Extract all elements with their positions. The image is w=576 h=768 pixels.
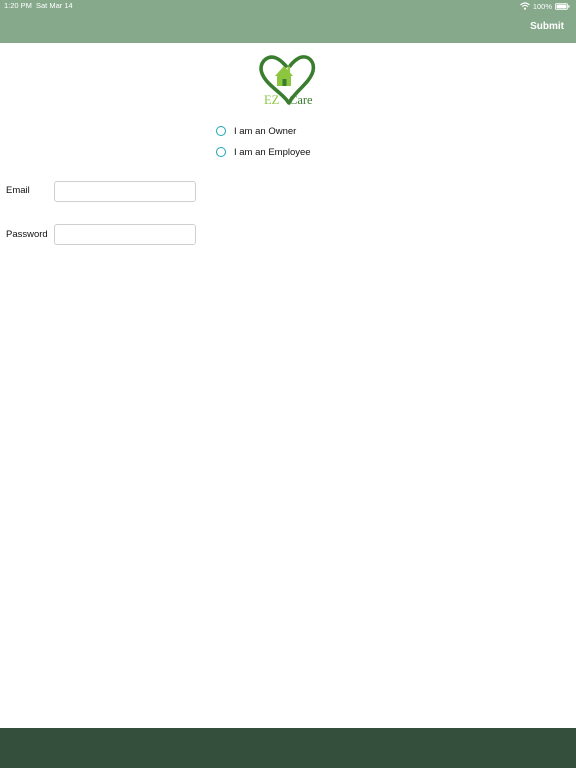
submit-button[interactable]: Submit: [530, 21, 564, 32]
employee-radio[interactable]: [216, 147, 226, 157]
heart-house-icon: [259, 55, 316, 105]
owner-option[interactable]: I am an Owner: [216, 124, 296, 138]
wifi-icon: [519, 2, 530, 10]
email-field[interactable]: [54, 181, 196, 202]
status-date: Sat Mar 14: [36, 1, 73, 10]
employee-label: I am an Employee: [234, 146, 311, 158]
employee-option[interactable]: I am an Employee: [216, 145, 311, 159]
bottom-bar: [0, 728, 576, 768]
status-indicators: 100%: [519, 1, 570, 11]
owner-radio[interactable]: [216, 126, 226, 136]
logo-text-ez: EZ: [264, 93, 280, 107]
battery-percent: 100%: [532, 1, 552, 11]
email-label: Email: [6, 185, 30, 196]
status-time: 1:20 PM: [4, 1, 32, 10]
password-label: Password: [6, 229, 48, 240]
logo-text-care: Care: [289, 93, 313, 107]
battery-icon: [555, 2, 570, 10]
password-field[interactable]: [54, 224, 196, 245]
top-bar: 1:20 PM Sat Mar 14 100% Submit: [0, 0, 576, 43]
owner-label: I am an Owner: [234, 125, 297, 137]
ez-care-logo: EZ Care: [252, 52, 324, 110]
